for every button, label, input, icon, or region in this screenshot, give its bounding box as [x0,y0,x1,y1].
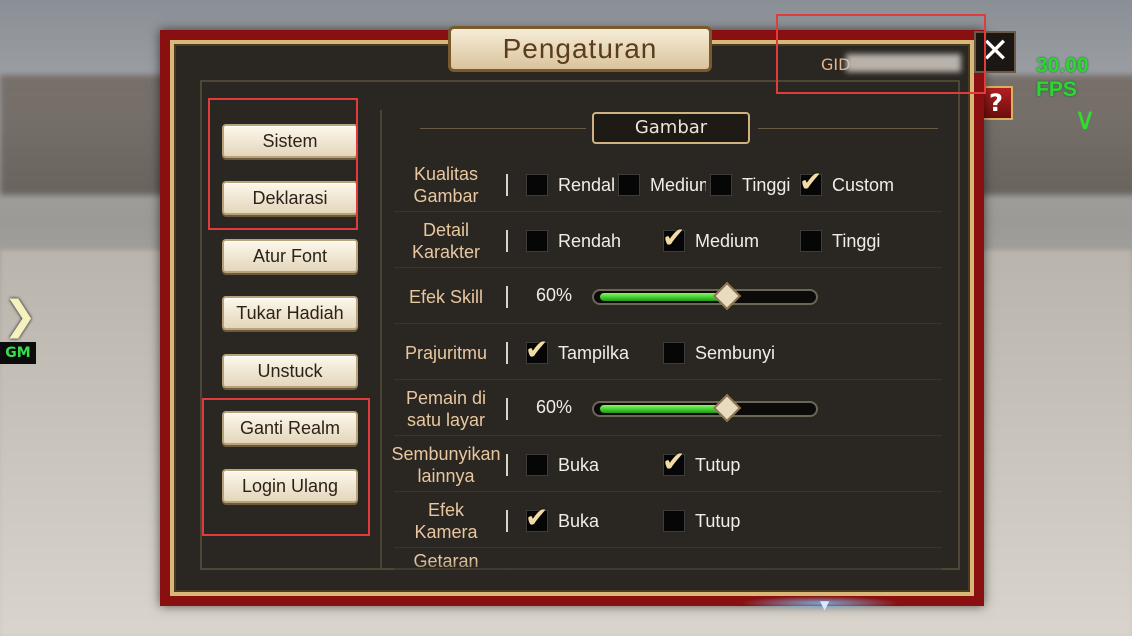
checkbox[interactable] [526,230,548,252]
fps-counter: 30.00 FPS [1036,54,1089,101]
slider-value: 60% [536,397,573,417]
checkbox-checked[interactable] [800,171,822,198]
scroll-fade [394,560,942,590]
checkbox[interactable] [526,174,548,196]
background-building [0,75,180,195]
option-label: Tutup [695,510,741,531]
highlight-box-top-menu [208,98,358,230]
checkbox-checked[interactable] [663,451,685,478]
option-label: Tinggi [742,174,791,195]
tab-gambar[interactable]: Gambar [592,112,750,144]
option-buka[interactable]: Buka [526,451,599,479]
row-separator [506,286,508,308]
option-label: Tinggi [832,230,881,251]
checkbox-checked[interactable] [526,507,548,534]
option-label: Medium [695,230,760,251]
checkbox[interactable] [618,174,640,196]
option-label: Buka [558,510,600,531]
setting-label: Efek Skill [408,287,484,307]
option-label: Medium [650,174,706,195]
option-buka[interactable]: Buka [526,507,599,535]
option-label: Sembunyi [695,342,776,363]
option-custom[interactable]: Custom [800,171,920,199]
menu-button-tukar-hadiah[interactable]: Tukar Hadiah [222,296,358,330]
slider-fill [600,293,727,301]
menu-divider [380,110,382,570]
section-divider [758,128,938,129]
slider-value: 60% [536,285,573,305]
setting-label: Pemain di satu layar [405,388,487,430]
setting-row-kualitas-gambar: Kualitas Gambar Rendah Medium Tinggi Cus… [394,158,942,212]
setting-row-sembunyikan-lainnya: Sembunyikan lainnya Buka Tutup [391,438,942,492]
checkbox-checked[interactable] [663,227,685,254]
setting-row-efek-kamera: Efek Kamera Buka Tutup [394,494,942,548]
option-label: Buka [558,454,600,475]
pemain-slider[interactable] [592,393,818,423]
setting-row-efek-skill: Efek Skill 60% [394,270,942,324]
row-separator [506,398,508,420]
option-label: Tampilka [558,342,630,363]
slider-thumb[interactable] [712,393,742,423]
setting-row-prajuritmu: Prajuritmu Tampilka Sembunyi [394,326,942,380]
row-separator [506,342,508,364]
panel-title: Pengaturan [448,26,712,72]
row-separator [506,230,508,252]
efek-skill-slider[interactable] [592,281,818,311]
option-tinggi[interactable]: Tinggi [800,227,880,255]
setting-label: Sembunyikan lainnya [391,444,501,486]
setting-label: Kualitas Gambar [413,164,479,206]
option-rendah[interactable]: Rendah [526,171,614,199]
chevron-down-icon[interactable]: ∨ [1074,102,1096,137]
option-label: Tutup [695,454,741,475]
option-tutup[interactable]: Tutup [663,507,740,535]
checkbox[interactable] [526,454,548,476]
option-label: Custom [832,174,895,195]
checkbox-checked[interactable] [526,339,548,366]
slider-fill [600,405,727,413]
option-tutup[interactable]: Tutup [663,451,740,479]
scroll-down-arrow-icon[interactable]: ▼ [820,598,829,612]
gm-badge[interactable]: GM [0,342,36,364]
highlight-box-bottom-menu [202,398,370,536]
setting-label: Efek Kamera [414,500,478,542]
row-separator [506,454,508,476]
settings-panel: Pengaturan GID Sistem Deklarasi Atur Fon… [160,26,984,612]
highlight-box-gid [776,14,986,94]
checkbox[interactable] [800,230,822,252]
option-label: Rendah [558,174,614,195]
expand-arrow-icon[interactable]: ❯ [2,292,38,340]
option-rendah[interactable]: Rendah [526,227,621,255]
row-separator [506,510,508,532]
menu-button-unstuck[interactable]: Unstuck [222,354,358,388]
option-tampilkan[interactable]: Tampilka [526,339,654,367]
option-sembunyikan[interactable]: Sembunyi [663,339,803,367]
row-separator [506,174,508,196]
setting-label: Prajuritmu [404,343,488,363]
section-divider [420,128,586,129]
menu-button-atur-font[interactable]: Atur Font [222,239,358,273]
option-medium[interactable]: Medium [618,171,706,199]
checkbox[interactable] [663,342,685,364]
checkbox[interactable] [663,510,685,532]
setting-row-detail-karakter: Detail Karakter Rendah Medium Tinggi [394,214,942,268]
setting-label: Detail Karakter [411,220,481,262]
option-label: Rendah [558,230,622,251]
slider-thumb[interactable] [712,281,742,311]
option-tinggi[interactable]: Tinggi [710,171,798,199]
checkbox[interactable] [710,174,732,196]
option-medium[interactable]: Medium [663,227,759,255]
setting-row-pemain-di-satu-layar: Pemain di satu layar 60% [394,382,942,436]
